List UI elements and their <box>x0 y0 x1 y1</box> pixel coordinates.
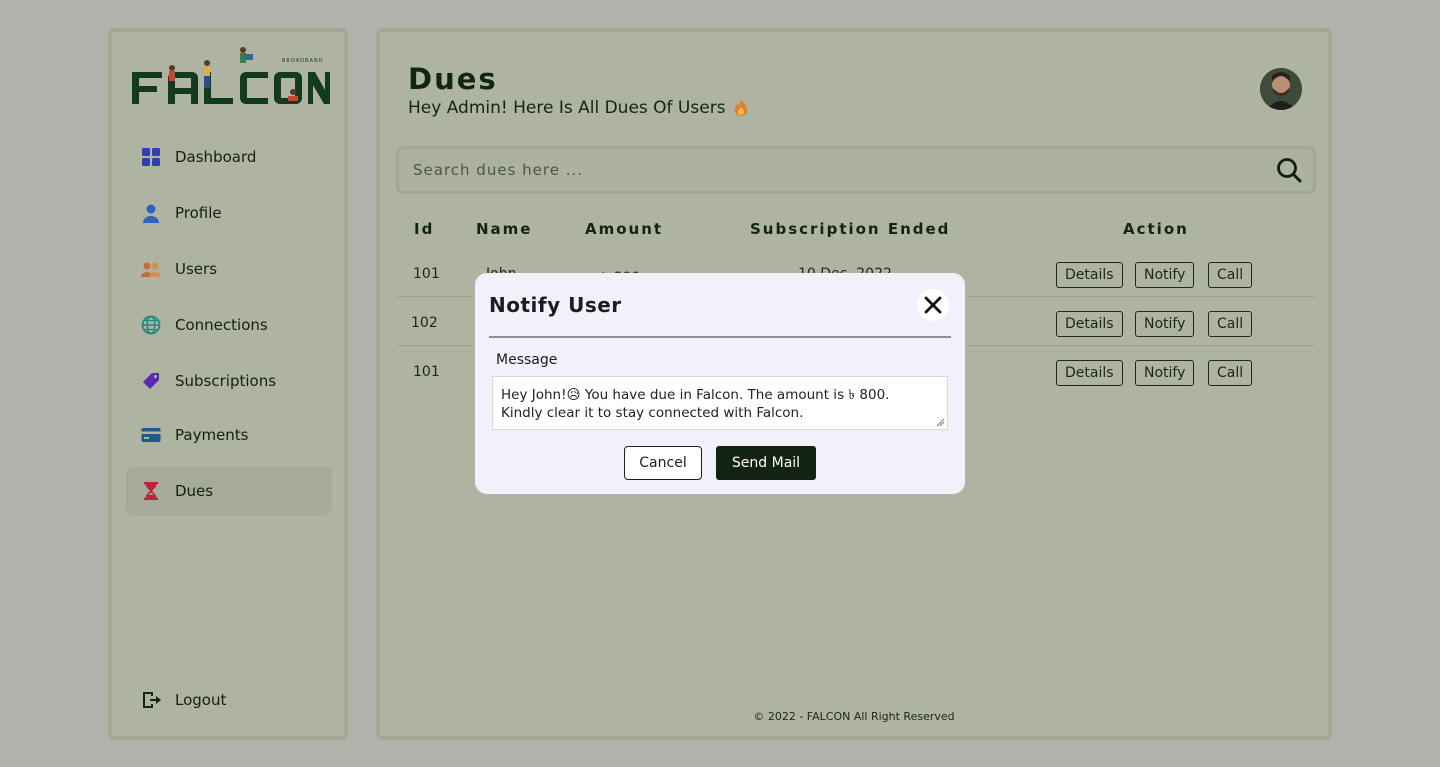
avatar[interactable] <box>1260 68 1302 110</box>
row-id: 101 <box>413 364 440 380</box>
send-mail-button[interactable]: Send Mail <box>716 446 816 480</box>
modal-title: Notify User <box>489 293 622 317</box>
row-id: 102 <box>411 315 438 331</box>
call-button[interactable]: Call <box>1208 311 1253 337</box>
page-subtitle: Hey Admin! Here Is All Dues Of Users <box>408 98 748 118</box>
sidebar-item-dashboard[interactable]: Dashboard <box>126 132 332 182</box>
sidebar-item-label: Dues <box>175 482 214 500</box>
message-line: Kindly clear it to stay connected with F… <box>501 405 804 421</box>
row-id: 101 <box>413 266 440 282</box>
fire-icon <box>734 99 747 116</box>
call-button[interactable]: Call <box>1208 262 1253 288</box>
column-header-amount: Amount <box>585 220 664 238</box>
users-icon <box>140 258 162 280</box>
logout-label: Logout <box>175 691 227 709</box>
notify-user-modal: Notify User Message Hey John!😥 You have … <box>475 273 965 494</box>
close-icon <box>924 296 942 314</box>
sidebar-item-subscriptions[interactable]: Subscriptions <box>126 356 332 406</box>
message-label: Message <box>496 352 558 368</box>
details-button[interactable]: Details <box>1056 262 1123 288</box>
close-button[interactable] <box>917 289 949 321</box>
modal-divider <box>489 336 951 338</box>
sidebar-item-label: Payments <box>175 426 249 444</box>
hourglass-icon <box>140 480 162 502</box>
sidebar-item-profile[interactable]: Profile <box>126 188 332 238</box>
notify-button[interactable]: Notify <box>1135 262 1195 288</box>
sidebar-item-connections[interactable]: Connections <box>126 300 332 350</box>
sidebar-item-users[interactable]: Users <box>126 244 332 294</box>
sidebar-item-label: Users <box>175 260 218 278</box>
logout-icon <box>140 689 162 711</box>
cancel-button[interactable]: Cancel <box>624 446 702 480</box>
details-button[interactable]: Details <box>1056 311 1123 337</box>
sidebar-item-label: Connections <box>175 316 268 334</box>
globe-icon <box>140 314 162 336</box>
user-icon <box>140 202 162 224</box>
tag-icon <box>140 370 162 392</box>
falcon-logo-icon <box>132 47 330 104</box>
message-textarea[interactable]: Hey John!😥 You have due in Falcon. The a… <box>492 376 948 430</box>
sidebar-item-payments[interactable]: Payments <box>126 410 332 460</box>
logout-button[interactable]: Logout <box>126 675 332 725</box>
sidebar-item-label: Profile <box>175 204 222 222</box>
column-header-subscription-ended: Subscription Ended <box>750 220 951 238</box>
avatar-icon <box>1260 68 1302 110</box>
dashboard-grid-icon <box>140 146 162 168</box>
search-bar <box>396 146 1316 194</box>
search-input[interactable] <box>399 161 1275 179</box>
column-header-id: Id <box>414 220 435 238</box>
page-title: Dues <box>408 62 498 96</box>
falcon-logo[interactable]: BROADBAND <box>130 46 330 106</box>
notify-button[interactable]: Notify <box>1135 360 1195 386</box>
column-header-name: Name <box>476 220 533 238</box>
search-icon[interactable] <box>1275 156 1303 184</box>
notify-button[interactable]: Notify <box>1135 311 1195 337</box>
details-button[interactable]: Details <box>1056 360 1123 386</box>
page-subtitle-text: Hey Admin! Here Is All Dues Of Users <box>408 98 726 118</box>
resize-handle-icon[interactable] <box>935 417 945 427</box>
sidebar-item-label: Subscriptions <box>175 372 277 390</box>
credit-card-icon <box>140 424 162 446</box>
message-line: Hey John!😥 You have due in Falcon. The a… <box>501 387 890 403</box>
sidebar: BROADBAND Dashboard Profile Users Connec… <box>108 28 348 740</box>
column-header-action: Action <box>1123 220 1189 238</box>
footer-copyright: © 2022 - FALCON All Right Reserved <box>753 710 955 723</box>
sidebar-item-dues[interactable]: Dues <box>126 466 332 516</box>
logo-tagline: BROADBAND <box>282 58 324 64</box>
sidebar-item-label: Dashboard <box>175 148 257 166</box>
call-button[interactable]: Call <box>1208 360 1253 386</box>
